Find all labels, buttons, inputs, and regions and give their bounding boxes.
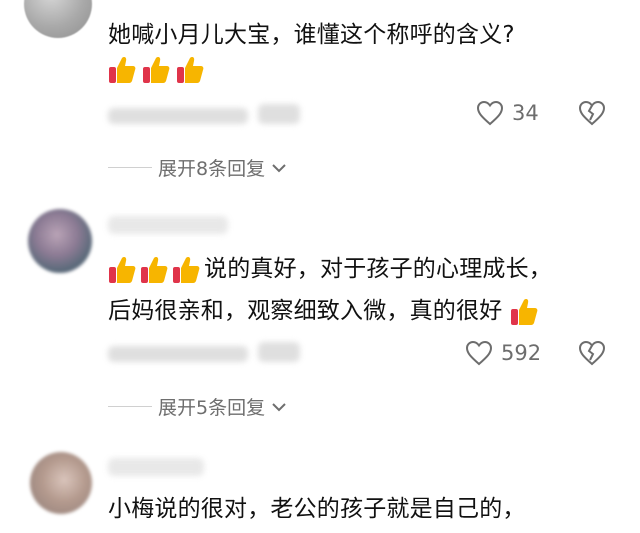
comment-line-1: 说的真好，对于孩子的心理成长， — [204, 256, 552, 282]
username-blurred[interactable] — [108, 458, 204, 476]
reply-link-blurred[interactable] — [258, 104, 300, 124]
divider — [108, 167, 152, 168]
thumbs-up-icon — [510, 298, 538, 325]
expand-replies-button[interactable]: 展开5条回复 — [158, 393, 287, 420]
broken-heart-icon — [578, 100, 606, 126]
expand-replies-button[interactable]: 展开8条回复 — [158, 154, 287, 181]
heart-icon — [465, 340, 493, 366]
timestamp-blurred — [108, 108, 248, 124]
thumbs-up-icon — [109, 256, 136, 283]
broken-heart-icon — [578, 340, 606, 366]
thumbs-up-icon — [173, 256, 200, 283]
comment-text: 说的真好，对于孩子的心理成长， — [108, 250, 552, 288]
chevron-down-icon — [272, 163, 286, 172]
emoji-group — [108, 255, 200, 285]
comment-text: 小梅说的很对，老公的孩子就是自己的， — [108, 496, 526, 522]
thumbs-up-icon — [143, 57, 170, 83]
thumbs-up-icon — [177, 57, 204, 83]
avatar[interactable] — [30, 452, 92, 514]
reply-link-blurred[interactable] — [258, 342, 300, 362]
divider — [108, 406, 152, 407]
comment-text: 她喊小月儿大宝，谁懂这个称呼的含义? — [108, 22, 515, 48]
comment-line-2: 后妈很亲和，观察细致入微，真的很好 — [108, 298, 503, 324]
dislike-button[interactable] — [578, 100, 606, 126]
thumbs-up-icon — [109, 57, 136, 83]
heart-icon — [476, 100, 504, 126]
like-count: 592 — [501, 341, 542, 365]
avatar[interactable] — [28, 209, 92, 273]
expand-replies-label: 展开5条回复 — [158, 397, 266, 419]
like-button[interactable]: 34 — [476, 100, 539, 126]
like-count: 34 — [512, 101, 539, 125]
like-button[interactable]: 592 — [465, 340, 541, 366]
expand-replies-label: 展开8条回复 — [158, 158, 266, 180]
comment-text-line-2: 后妈很亲和，观察细致入微，真的很好 — [108, 292, 538, 330]
thumbs-up-icon — [141, 256, 168, 283]
chevron-down-icon — [272, 402, 286, 411]
dislike-button[interactable] — [578, 340, 606, 366]
emoji-row — [108, 55, 204, 85]
avatar[interactable] — [24, 0, 92, 38]
username-blurred[interactable] — [108, 216, 228, 234]
timestamp-blurred — [108, 346, 248, 362]
